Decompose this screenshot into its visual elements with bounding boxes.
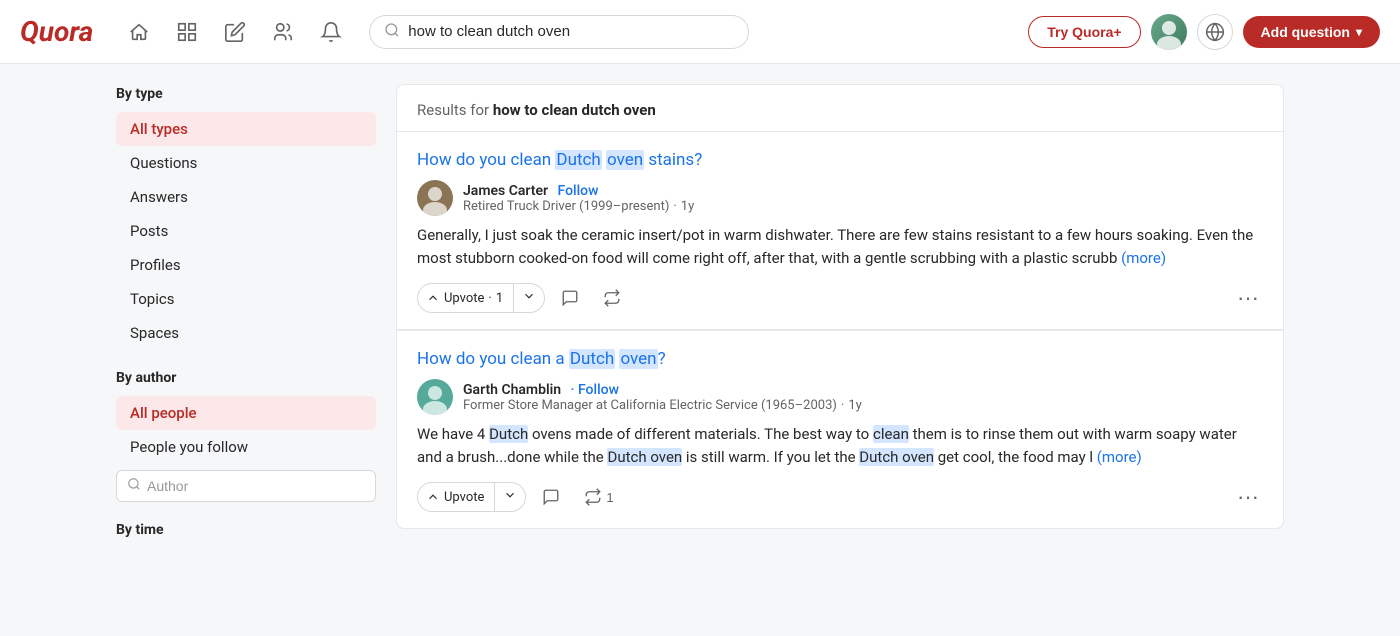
filter-spaces[interactable]: Spaces — [116, 316, 376, 350]
results-prefix: Results for — [417, 101, 493, 119]
filter-people-follow[interactable]: People you follow — [116, 430, 376, 464]
filter-all-types[interactable]: All types — [116, 112, 376, 146]
author-row-1: James Carter Follow Retired Truck Driver… — [417, 180, 1263, 216]
filter-profiles[interactable]: Profiles — [116, 248, 376, 282]
upvote-2[interactable]: Upvote — [418, 485, 494, 510]
upvote-label-2: Upvote — [444, 490, 484, 505]
search-bar — [369, 15, 749, 49]
more-options-1[interactable]: ··· — [1233, 285, 1263, 311]
try-quora-button[interactable]: Try Quora+ — [1028, 16, 1140, 48]
write-button[interactable] — [213, 10, 257, 54]
share-button-1[interactable] — [595, 281, 629, 315]
result-card-1: How do you clean Dutch oven stains? Jame… — [396, 132, 1284, 330]
quora-logo[interactable]: Quora — [20, 15, 93, 48]
nav-icons — [117, 10, 353, 54]
result-text-1: Generally, I just soak the ceramic inser… — [417, 224, 1263, 269]
vote-button-1[interactable]: Upvote · 1 — [417, 283, 545, 313]
header-right: Try Quora+ Add question ▾ — [1028, 14, 1380, 50]
vote-button-2[interactable]: Upvote — [417, 482, 526, 512]
follow-link-2[interactable]: · Follow — [571, 382, 619, 398]
people-button[interactable] — [261, 10, 305, 54]
main-layout: By type All types Questions Answers Post… — [100, 64, 1300, 578]
more-link-1[interactable]: (more) — [1121, 249, 1166, 267]
share-button-2[interactable]: 1 — [576, 480, 621, 514]
by-time-section: By time — [116, 520, 376, 540]
author-search-icon — [127, 477, 141, 495]
by-author-section: By author All people People you follow — [116, 368, 376, 502]
add-question-label: Add question — [1261, 24, 1350, 40]
downvote-1[interactable] — [513, 284, 544, 312]
more-options-2[interactable]: ··· — [1233, 484, 1263, 510]
by-type-section: By type All types Questions Answers Post… — [116, 84, 376, 350]
header: Quora Try Quora+ Add quest — [0, 0, 1400, 64]
filter-topics[interactable]: Topics — [116, 282, 376, 316]
by-author-label: By author — [116, 368, 376, 388]
comment-button-2[interactable] — [534, 480, 568, 514]
notifications-button[interactable] — [309, 10, 353, 54]
result-text-2: We have 4 Dutch ovens made of different … — [417, 423, 1263, 468]
home-button[interactable] — [117, 10, 161, 54]
by-type-label: By type — [116, 84, 376, 104]
author-search-box — [116, 470, 376, 502]
comment-button-1[interactable] — [553, 281, 587, 315]
author-avatar-1 — [417, 180, 453, 216]
sidebar: By type All types Questions Answers Post… — [116, 84, 376, 558]
search-icon — [384, 22, 400, 42]
feed-button[interactable] — [165, 10, 209, 54]
author-info-2: Garth Chamblin · Follow Former Store Man… — [463, 382, 862, 413]
author-avatar-2 — [417, 379, 453, 415]
result-title-2[interactable]: How do you clean a Dutch oven? — [417, 349, 1263, 369]
action-row-2: Upvote 1 ··· — [417, 480, 1263, 514]
author-name-2: Garth Chamblin — [463, 382, 561, 398]
results-panel: Results for how to clean dutch oven How … — [396, 84, 1284, 558]
author-input[interactable] — [147, 478, 365, 494]
author-name-1: James Carter — [463, 183, 548, 199]
upvote-label-1: Upvote — [444, 291, 484, 306]
author-row-2: Garth Chamblin · Follow Former Store Man… — [417, 379, 1263, 415]
results-header: Results for how to clean dutch oven — [396, 84, 1284, 132]
upvote-1[interactable]: Upvote · 1 — [418, 286, 513, 311]
author-meta-1: Retired Truck Driver (1999–present)·1y — [463, 199, 694, 214]
share-count-2: 1 — [606, 490, 613, 505]
language-button[interactable] — [1197, 14, 1233, 50]
filter-posts[interactable]: Posts — [116, 214, 376, 248]
more-link-2[interactable]: (more) — [1097, 448, 1142, 466]
filter-answers[interactable]: Answers — [116, 180, 376, 214]
author-meta-2: Former Store Manager at California Elect… — [463, 398, 862, 413]
result-title-1[interactable]: How do you clean Dutch oven stains? — [417, 150, 1263, 170]
add-question-button[interactable]: Add question ▾ — [1243, 16, 1380, 48]
follow-link-1[interactable]: Follow — [558, 183, 599, 199]
action-row-1: Upvote · 1 ··· — [417, 281, 1263, 315]
filter-all-people[interactable]: All people — [116, 396, 376, 430]
result-card-2: How do you clean a Dutch oven? Garth Cha… — [396, 330, 1284, 529]
downvote-2[interactable] — [494, 483, 525, 511]
results-query: how to clean dutch oven — [493, 101, 656, 119]
chevron-down-icon: ▾ — [1356, 25, 1362, 39]
by-time-label: By time — [116, 520, 376, 540]
author-info-1: James Carter Follow Retired Truck Driver… — [463, 183, 694, 214]
filter-questions[interactable]: Questions — [116, 146, 376, 180]
search-input[interactable] — [408, 23, 734, 40]
avatar[interactable] — [1151, 14, 1187, 50]
